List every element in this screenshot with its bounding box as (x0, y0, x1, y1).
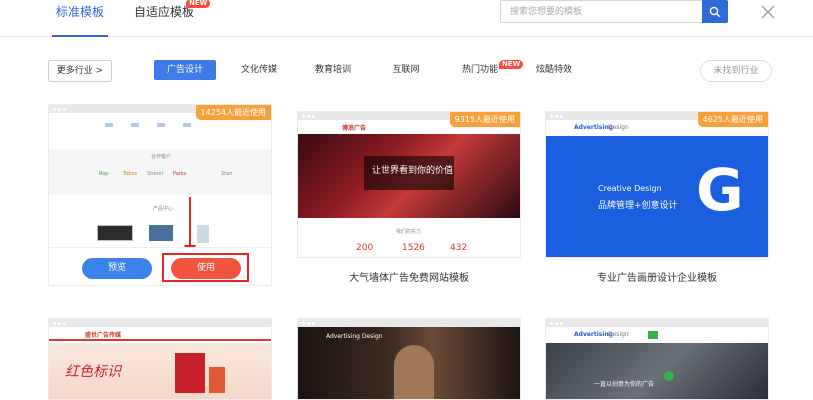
template-hero-image: 红色标识 (49, 343, 271, 399)
search-button[interactable] (702, 0, 728, 23)
category-label: 互联网 (392, 65, 420, 75)
template-hero-image: 让世界看到你的价值 (298, 134, 520, 218)
chevron-right-icon: > (95, 66, 104, 76)
stat-value: 1526 (402, 243, 425, 253)
stat-value: 200 (356, 243, 374, 253)
hero-caption-box: 让世界看到你的价值 (364, 156, 454, 190)
product-image (197, 225, 209, 243)
partner-logo: Stoner (147, 171, 164, 177)
feature-icons (105, 123, 217, 129)
product-image (149, 225, 173, 241)
not-found-label: 未找到行业 (713, 66, 759, 76)
section-title: 我们的实力 (396, 229, 422, 235)
hero-building (209, 367, 225, 393)
usage-badge: 14254人最近使用 (195, 105, 271, 120)
partner-logo: Parks (173, 171, 187, 177)
hero-text-cn: 品牌管理+创意设计 (598, 201, 678, 211)
hero-letter: G (696, 156, 744, 224)
products-title: 产品中心 (153, 206, 174, 212)
template-nav: 盛世广告传媒 (49, 327, 271, 341)
template-nav: Advertising Design (546, 327, 768, 343)
category-label: 教育培训 (314, 65, 351, 75)
nav-active-item (648, 331, 658, 339)
close-icon[interactable] (759, 3, 777, 21)
template-hero-image: Advertising Design (298, 327, 520, 399)
browser-chrome (49, 319, 271, 327)
hero-text: 红色标识 (65, 364, 121, 380)
template-preview: 合作客户 Rop Tobox Stoner Parks Stan 产品中心 (49, 113, 271, 259)
industry-filter-bar: 更多行业 > 广告设计 文化传媒 教育培训 互联网 热门功能 NEW 炫酷特效 … (0, 60, 813, 82)
template-card-3[interactable]: Advertising Design Creative Design 品牌管理+… (545, 111, 769, 258)
template-card-5[interactable]: Advertising Design (297, 318, 521, 400)
category-label: 热门功能 (461, 65, 498, 75)
category-culture-media[interactable]: 文化传媒 (239, 60, 279, 80)
hero-building (175, 353, 205, 393)
template-hero-image: Creative Design 品牌管理+创意设计 G (546, 136, 768, 257)
template-brand: 盛世广告传媒 (85, 332, 122, 339)
template-hero-image: 一直以创意为你的广告 (546, 343, 768, 399)
template-card-4[interactable]: 盛世广告传媒 红色标识 (48, 318, 272, 400)
partners-section: 合作客户 Rop Tobox Stoner Parks Stan (49, 149, 271, 195)
template-brand-suffix: Design (608, 331, 629, 338)
tab-standard-templates[interactable]: 标准模板 (51, 0, 109, 37)
browser-chrome (298, 319, 520, 327)
hero-text-en: Creative Design (598, 184, 662, 193)
highlight-box (162, 253, 249, 282)
partners-title: 合作客户 (151, 154, 172, 160)
tab-adaptive-templates[interactable]: 自适应模板 (134, 0, 194, 37)
product-image (97, 225, 133, 241)
hero-text: 一直以创意为你的广告 (594, 381, 655, 388)
template-brand: 博浪广告 (342, 125, 367, 132)
template-caption[interactable]: 专业广告画册设计企业模板 (545, 269, 769, 284)
hero-text: 让世界看到你的价值 (372, 166, 454, 176)
search-icon (709, 6, 721, 17)
partner-logo: Rop (99, 171, 109, 177)
top-bar: 标准模板 自适应模板 NEW (0, 0, 813, 37)
search-input[interactable] (501, 1, 702, 22)
usage-badge: 4625人最近使用 (697, 112, 768, 127)
template-caption[interactable]: 大气墙体广告免费网站模板 (297, 269, 521, 284)
template-card-2[interactable]: 博浪广告 让世界看到你的价值 我们的实力 200 1526 432 9315人最… (297, 111, 521, 258)
more-industries-label: 更多行业 (56, 66, 93, 76)
partner-logo: Stan (221, 171, 233, 177)
hero-portrait (394, 345, 434, 399)
more-industries-button[interactable]: 更多行业 > (48, 60, 112, 82)
tab-label: 标准模板 (56, 5, 105, 19)
partner-logo: Tobox (123, 171, 138, 177)
category-cool-effects[interactable]: 炫酷特效 (534, 60, 574, 80)
template-brand: Advertising Design (326, 333, 383, 340)
browser-chrome (546, 319, 768, 327)
category-ad-design[interactable]: 广告设计 (154, 60, 216, 80)
new-badge: NEW (186, 0, 211, 8)
template-card-6[interactable]: Advertising Design 一直以创意为你的广告 (545, 318, 769, 400)
template-card-1[interactable]: 合作客户 Rop Tobox Stoner Parks Stan 产品中心 预览… (48, 104, 272, 286)
template-brand-suffix: Design (608, 124, 629, 131)
usage-badge: 9315人最近使用 (449, 112, 520, 127)
stat-value: 432 (450, 243, 468, 253)
search-box (500, 0, 728, 23)
category-label: 文化传媒 (240, 65, 277, 75)
category-education[interactable]: 教育培训 (313, 60, 353, 80)
category-internet[interactable]: 互联网 (390, 60, 422, 80)
category-hot-features[interactable]: 热门功能 (460, 60, 500, 80)
tab-label: 自适应模板 (134, 5, 195, 19)
industry-not-found-button[interactable]: 未找到行业 (700, 60, 772, 82)
category-label: 广告设计 (166, 65, 203, 75)
preview-button[interactable]: 预览 (82, 258, 152, 279)
hero-dot (664, 371, 674, 381)
preview-label: 预览 (107, 263, 126, 273)
category-label: 炫酷特效 (535, 65, 572, 75)
new-badge: NEW (499, 60, 524, 69)
